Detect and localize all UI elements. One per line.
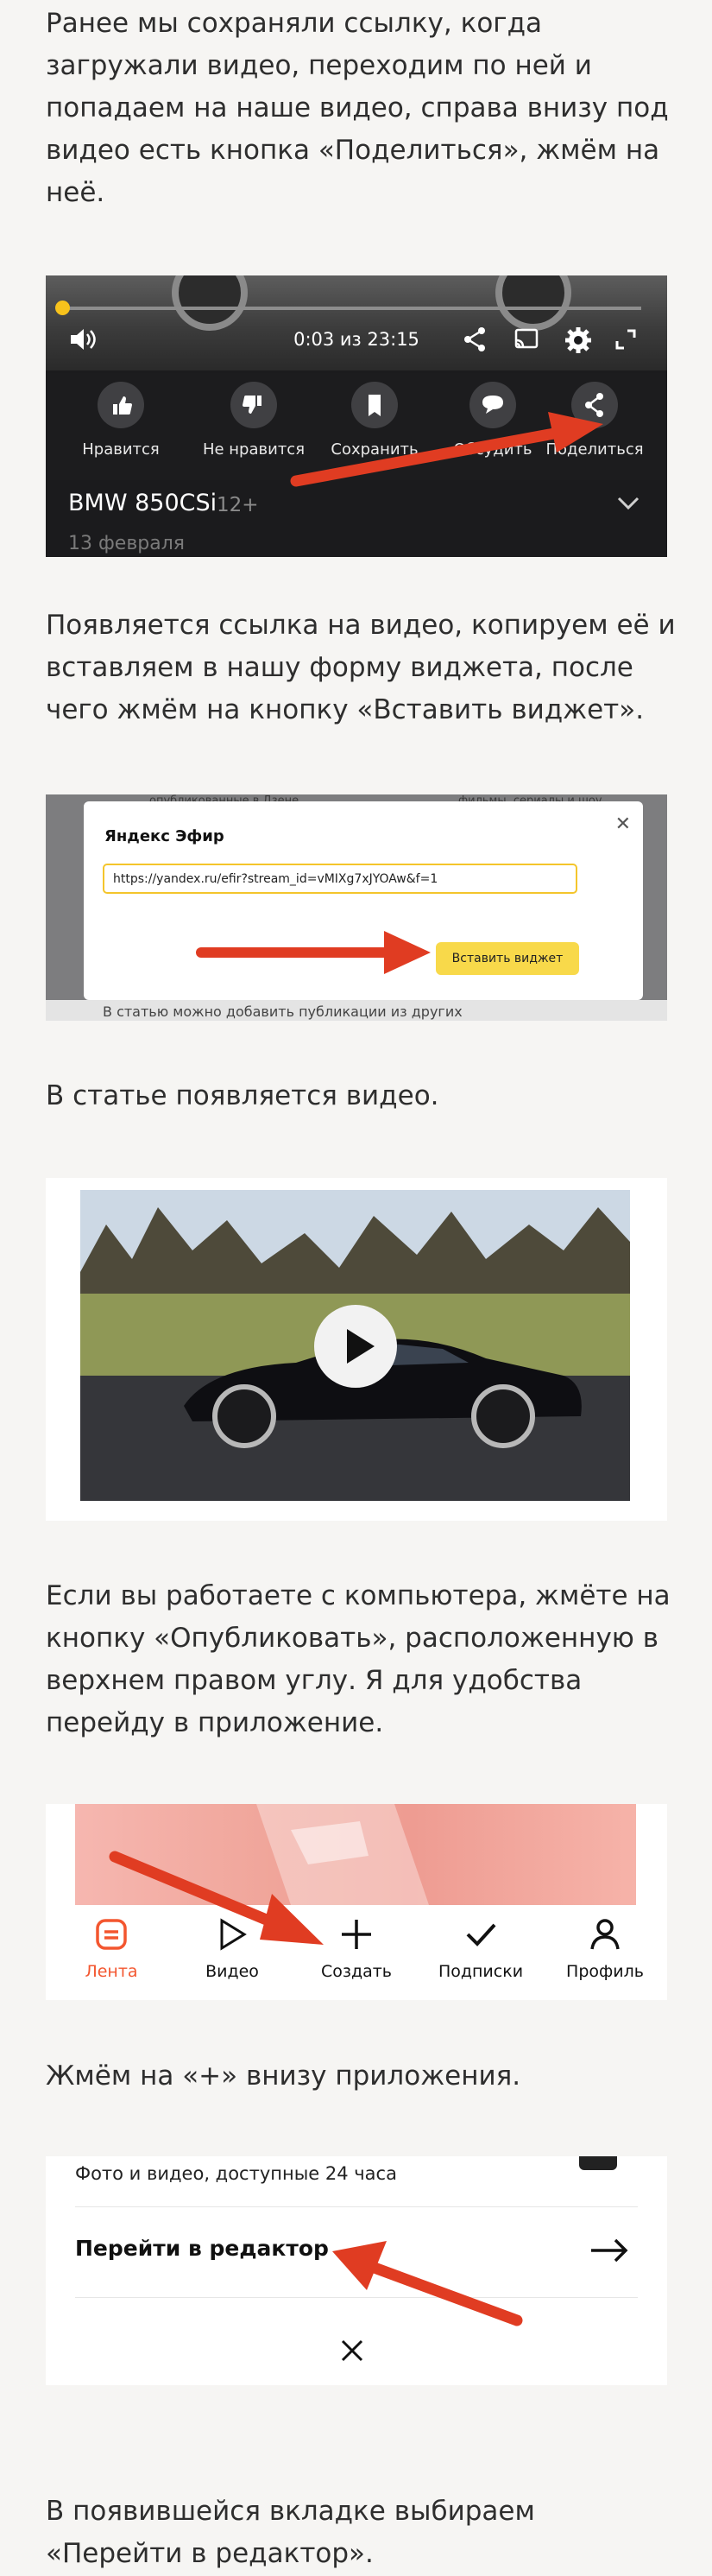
nav-label: Лента <box>85 1962 138 1981</box>
save-label: Сохранить <box>331 440 419 459</box>
chevron-down-icon[interactable] <box>617 497 640 514</box>
text-line: Если вы работаете с компьютера, жмёте на <box>46 1580 671 1611</box>
fullscreen-icon[interactable] <box>612 326 641 353</box>
camera-icon <box>579 2156 617 2170</box>
text-line: В статье появляется видео. <box>46 1080 439 1111</box>
plus-icon <box>342 1920 371 1949</box>
nav-subscriptions[interactable]: Подписки <box>429 1917 532 1981</box>
close-icon[interactable]: ✕ <box>615 813 631 835</box>
url-input[interactable]: https://yandex.ru/efir?stream_id=vMIXg7x… <box>103 864 577 894</box>
share-button[interactable]: Поделиться <box>534 382 655 459</box>
widget-dialog: Яндекс Эфир ✕ https://yandex.ru/efir?str… <box>84 801 643 1000</box>
progress-bar[interactable] <box>61 307 641 310</box>
like-button[interactable]: Нравится <box>60 382 181 459</box>
close-icon[interactable] <box>339 2338 365 2367</box>
video-date: 13 февраля <box>68 533 186 554</box>
age-rating: 12+ <box>217 494 259 516</box>
cast-icon[interactable] <box>513 326 542 353</box>
text-line: верхнем правом углу. Я для удобства <box>46 1665 583 1696</box>
play-button[interactable] <box>314 1305 397 1388</box>
text-line: Жмём на «+» внизу приложения. <box>46 2060 521 2092</box>
nav-label: Подписки <box>438 1962 524 1981</box>
like-label: Нравится <box>82 440 160 459</box>
video-title: BMW 850CSi <box>68 490 217 516</box>
text-line: попадаем на наше видео, справа внизу под <box>46 92 669 123</box>
widget-dialog-screenshot: опубликованные в Дзене фильмы, сериалы и… <box>46 794 667 1021</box>
option-label: Перейти в редактор <box>75 2236 329 2261</box>
text-line: чего жмём на кнопку «Вставить виджет». <box>46 694 645 725</box>
option-label: Фото и видео, доступные 24 часа <box>75 2163 397 2184</box>
footer-text: В статью можно добавить публикации из др… <box>103 1003 463 1020</box>
paragraph-copy-link: Появляется ссылка на видео, копируем её … <box>46 604 676 731</box>
paragraph-share-instructions: Ранее мы сохраняли ссылку, когда загружа… <box>46 3 669 214</box>
settings-icon[interactable] <box>564 326 593 353</box>
nav-create[interactable]: Создать <box>305 1917 408 1981</box>
check-icon <box>466 1923 496 1946</box>
paragraph-publish: Если вы работаете с компьютера, жмёте на… <box>46 1575 671 1744</box>
dialog-footer: В статью можно добавить публикации из др… <box>46 1000 667 1021</box>
share-icon[interactable] <box>461 326 490 353</box>
embedded-video-screenshot <box>46 1178 667 1521</box>
go-to-editor-option[interactable]: Перейти в редактор <box>75 2208 638 2298</box>
play-icon <box>220 1918 247 1951</box>
text-line: вставляем в нашу форму виджета, после <box>46 652 633 683</box>
app-bottom-nav-screenshot: Лента Видео Создать Подписки Профиль <box>46 1804 667 2000</box>
save-button[interactable]: Сохранить <box>314 382 435 459</box>
paragraph-video-appears: В статье появляется видео. <box>46 1075 667 1117</box>
text-line: перейду в приложение. <box>46 1707 384 1738</box>
dislike-label: Не нравится <box>202 440 306 459</box>
video-player-screenshot: 0:03 из 23:15 Нравится Не нравится Сохра… <box>46 275 667 557</box>
text-line: видео есть кнопка «Поделиться», жмём на <box>46 135 660 166</box>
text-line: кнопку «Опубликовать», расположенную в <box>46 1623 659 1654</box>
share-label: Поделиться <box>545 440 644 459</box>
progress-thumb[interactable] <box>55 301 70 315</box>
profile-icon <box>590 1919 620 1950</box>
dislike-button[interactable]: Не нравится <box>193 382 314 459</box>
text-line: неё. <box>46 177 105 208</box>
feed-image <box>75 1804 636 1905</box>
text-line: В появившейся вкладке выбираем <box>46 2496 535 2527</box>
text-line: Появляется ссылка на видео, копируем её … <box>46 610 676 641</box>
video-actions-bar: Нравится Не нравится Сохранить Обсудить … <box>46 373 667 480</box>
stories-option[interactable]: Фото и видео, доступные 24 часа <box>75 2156 638 2207</box>
video-frame <box>46 275 667 370</box>
feed-icon <box>96 1919 127 1950</box>
video-thumbnail[interactable] <box>80 1190 630 1501</box>
text-line: «Перейти в редактор». <box>46 2538 374 2569</box>
nav-profile[interactable]: Профиль <box>553 1917 657 1981</box>
nav-label: Создать <box>320 1962 393 1981</box>
nav-feed[interactable]: Лента <box>60 1917 163 1981</box>
nav-label: Видео <box>205 1962 259 1981</box>
create-sheet-screenshot: Фото и видео, доступные 24 часа Перейти … <box>46 2156 667 2385</box>
text-line: Ранее мы сохраняли ссылку, когда <box>46 8 542 39</box>
paragraph-choose-editor: В появившейся вкладке выбираем «Перейти … <box>46 2491 667 2575</box>
dialog-title: Яндекс Эфир <box>104 827 224 845</box>
bottom-nav: Лента Видео Создать Подписки Профиль <box>46 1905 667 2000</box>
nav-label: Профиль <box>566 1962 644 1981</box>
insert-widget-button[interactable]: Вставить виджет <box>436 942 579 975</box>
arrow-right-icon <box>591 2238 628 2263</box>
paragraph-press-plus: Жмём на «+» внизу приложения. <box>46 2055 667 2098</box>
nav-video[interactable]: Видео <box>180 1917 284 1981</box>
text-line: загружали видео, переходим по ней и <box>46 50 592 81</box>
